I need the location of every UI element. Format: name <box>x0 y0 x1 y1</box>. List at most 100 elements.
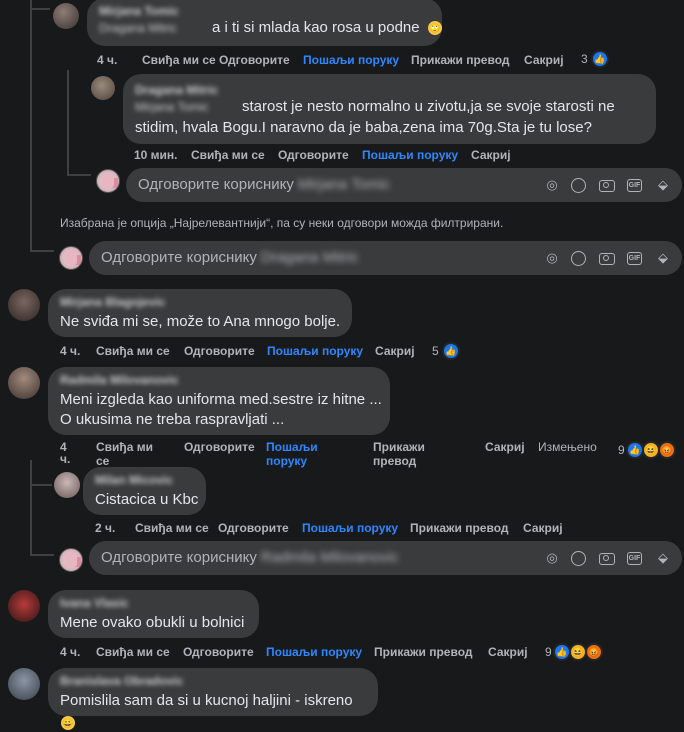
avatar[interactable] <box>8 367 40 399</box>
reply-button[interactable]: Одговорите <box>184 440 255 454</box>
comment-author[interactable]: Ivana Vlasic <box>60 596 247 610</box>
mention[interactable]: Mirjana Tomic <box>135 100 209 114</box>
comment-author[interactable]: Milan Micovic <box>95 473 194 487</box>
comment-bubble: Mirjana Tomic Dragana Mitric a i ti si m… <box>87 0 442 46</box>
like-button[interactable]: Свиђа ми се <box>96 645 170 659</box>
comment-text-line: stidim, hvala Bogu.I naravno da je baba,… <box>135 119 592 136</box>
reply-placeholder-text: Одговорите кориснику <box>101 549 257 566</box>
camera-icon[interactable] <box>599 553 615 565</box>
camera-icon[interactable] <box>599 253 615 265</box>
hide-button[interactable]: Сакриј <box>375 344 415 358</box>
grinning-emoji-icon: 😀 <box>61 716 75 730</box>
sticker-icon[interactable]: ⬙ <box>655 250 671 266</box>
edited-label[interactable]: Измењено <box>538 440 597 454</box>
comment-author[interactable]: Radmila Milovanovic <box>60 373 378 387</box>
comment-time[interactable]: 10 мин. <box>134 148 178 162</box>
comment-text: Ne sviđa mi se, može to Ana mnogo bolje. <box>60 313 341 330</box>
hide-button[interactable]: Сакриј <box>523 521 563 535</box>
comment-author[interactable]: Mirjana Tomic <box>99 4 430 18</box>
reaction-summary[interactable]: 9 👍 😆 😡 <box>618 441 680 459</box>
like-button[interactable]: Свиђа ми се <box>135 521 209 535</box>
translate-button[interactable]: Прикажи превод <box>411 53 510 67</box>
angry-reaction-icon: 😡 <box>658 441 676 459</box>
like-button[interactable]: Свиђа ми се <box>96 440 156 468</box>
comment-author[interactable]: Mirjana Blagojevic <box>60 295 340 309</box>
send-message-button[interactable]: Пошаљи поруку <box>303 53 399 67</box>
reply-placeholder: Одговорите кориснику Mirjana Tomic <box>138 176 390 193</box>
like-button[interactable]: Свиђа ми се <box>96 344 170 358</box>
reply-icons: ◎ GIF ⬙ <box>544 550 674 566</box>
comment-bubble: Milan Micovic Cistacica u Kbc <box>83 467 206 515</box>
hide-button[interactable]: Сакриј <box>485 440 525 454</box>
avatar[interactable] <box>91 76 115 100</box>
thread-curve <box>30 554 54 556</box>
reply-button[interactable]: Одговорите <box>219 53 290 67</box>
reply-placeholder-text: Одговорите кориснику <box>138 176 294 193</box>
emoji-icon[interactable] <box>571 178 586 193</box>
filter-notice: Изабрана је опција „Најрелевантнији“, па… <box>60 216 504 230</box>
comment-actions: 4 ч. Свиђа ми се Одговорите Пошаљи порук… <box>60 440 620 470</box>
sticker-face-icon[interactable]: ◎ <box>544 250 560 266</box>
like-button[interactable]: Свиђа ми се <box>191 148 265 162</box>
comment-time[interactable]: 4 ч. <box>97 53 117 67</box>
send-message-button[interactable]: Пошаљи поруку <box>362 148 458 162</box>
reply-button[interactable]: Одговорите <box>218 521 289 535</box>
avatar[interactable] <box>8 289 40 321</box>
translate-button[interactable]: Прикажи превод <box>410 521 509 535</box>
reaction-count: 9 <box>545 645 552 659</box>
comment-time[interactable]: 4 ч. <box>60 344 80 358</box>
hide-button[interactable]: Сакриј <box>488 645 528 659</box>
avatar[interactable] <box>8 668 40 700</box>
current-user-avatar[interactable] <box>59 548 83 572</box>
sticker-icon[interactable]: ⬙ <box>655 177 671 193</box>
sticker-face-icon[interactable]: ◎ <box>544 550 560 566</box>
comment-author[interactable]: Branislava Obradovic <box>60 674 366 688</box>
send-message-button[interactable]: Пошаљи поруку <box>267 344 363 358</box>
translate-button[interactable]: Прикажи превод <box>373 440 433 468</box>
sticker-icon[interactable]: ⬙ <box>655 550 671 566</box>
emoji-icon[interactable] <box>571 251 586 266</box>
reply-input[interactable]: Одговорите кориснику Dragana Mitric ◎ GI… <box>89 241 682 275</box>
comment-author[interactable]: Dragana Mitric <box>135 83 644 97</box>
avatar[interactable] <box>54 472 80 498</box>
comment-bubble: Dragana Mitric Mirjana Tomic starost je … <box>123 74 656 144</box>
reply-input[interactable]: Одговорите кориснику Radmila Milovanovic… <box>89 541 682 575</box>
hide-button[interactable]: Сакриј <box>524 53 564 67</box>
thread-curve <box>30 484 52 486</box>
reply-button[interactable]: Одговорите <box>184 344 255 358</box>
gif-icon[interactable]: GIF <box>627 252 642 265</box>
comment-actions: 4 ч. Свиђа ми се Одговорите Пошаљи порук… <box>97 53 617 69</box>
comment-time[interactable]: 4 ч. <box>60 645 80 659</box>
avatar[interactable] <box>53 3 79 29</box>
reaction-summary[interactable]: 3 👍 <box>581 50 611 68</box>
emoji-icon[interactable] <box>571 551 586 566</box>
translate-button[interactable]: Прикажи превод <box>374 645 473 659</box>
comment-text: Mene ovako obukli u bolnici <box>60 614 245 631</box>
gif-icon[interactable]: GIF <box>627 179 642 192</box>
sticker-face-icon[interactable]: ◎ <box>544 177 560 193</box>
reaction-summary[interactable]: 9 👍 😆 😡 <box>545 643 607 661</box>
reply-button[interactable]: Одговорите <box>183 645 254 659</box>
reply-input[interactable]: Одговорите кориснику Mirjana Tomic ◎ GIF… <box>126 168 682 202</box>
thread-line <box>30 460 32 554</box>
reaction-count: 3 <box>581 52 588 66</box>
send-message-button[interactable]: Пошаљи поруку <box>266 645 362 659</box>
camera-icon[interactable] <box>599 180 615 192</box>
mention[interactable]: Dragana Mitric <box>99 21 177 35</box>
comment-time[interactable]: 2 ч. <box>95 521 115 535</box>
reaction-summary[interactable]: 5 👍 <box>432 342 462 360</box>
send-message-button[interactable]: Пошаљи поруку <box>302 521 398 535</box>
avatar[interactable] <box>8 590 40 622</box>
send-message-button[interactable]: Пошаљи поруку <box>266 440 326 468</box>
like-button[interactable]: Свиђа ми се <box>142 53 216 67</box>
like-reaction-icon: 👍 <box>591 50 609 68</box>
current-user-avatar[interactable] <box>59 246 83 270</box>
hide-button[interactable]: Сакриј <box>471 148 511 162</box>
thread-curve <box>30 8 50 10</box>
reply-placeholder: Одговорите кориснику Radmila Milovanovic <box>101 549 399 566</box>
comment-bubble: Radmila Milovanovic Meni izgleda kao uni… <box>48 367 390 435</box>
gif-icon[interactable]: GIF <box>627 552 642 565</box>
current-user-avatar[interactable] <box>96 169 120 193</box>
reply-button[interactable]: Одговорите <box>278 148 349 162</box>
comment-bubble: Branislava Obradovic Pomislila sam da si… <box>48 668 378 730</box>
